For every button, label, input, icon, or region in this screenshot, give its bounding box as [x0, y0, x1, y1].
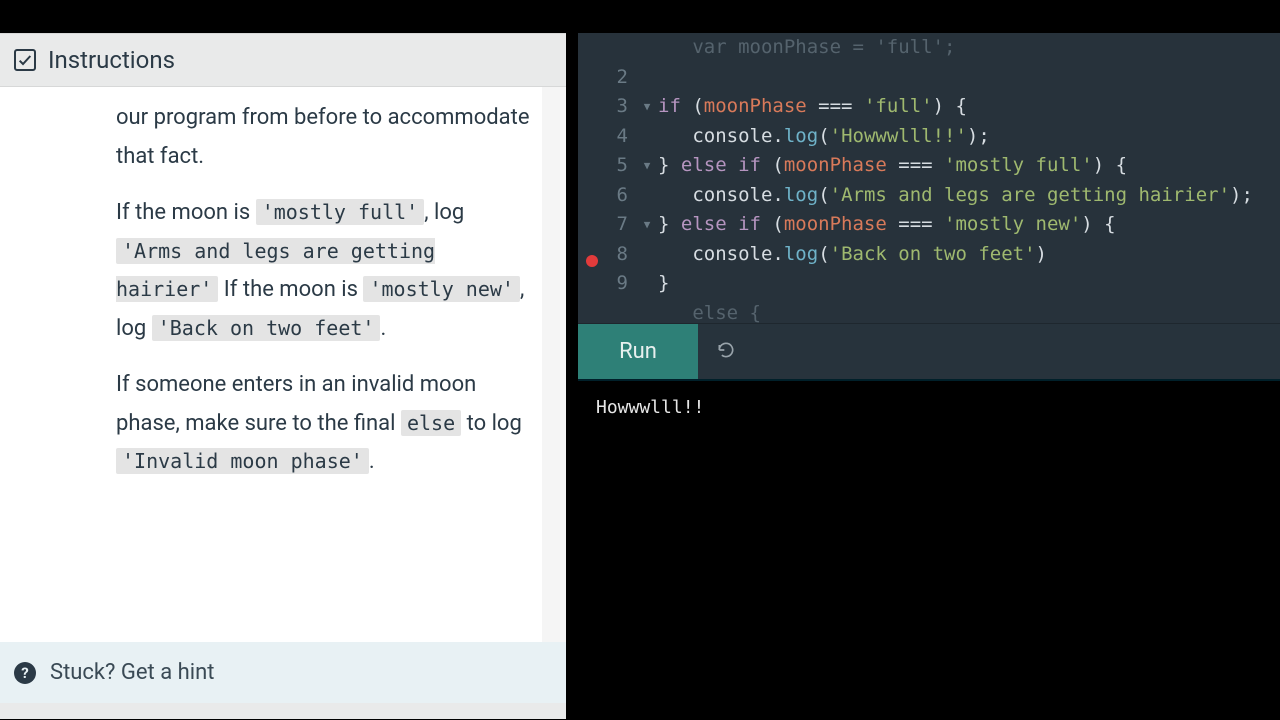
- panel-gap: [566, 33, 578, 720]
- code-snippet: 'mostly new': [363, 276, 520, 302]
- instruction-paragraph: If the moon is 'mostly full', log 'Arms …: [116, 194, 534, 348]
- app-root: Instructions our program from before to …: [0, 0, 1280, 720]
- run-toolbar: Run: [578, 323, 1280, 379]
- fold-marker: [636, 122, 658, 152]
- line-number: 8: [578, 240, 628, 270]
- instructions-body: our program from before to accommodate t…: [0, 87, 566, 609]
- run-label: Run: [619, 339, 657, 364]
- code-line: else {: [658, 299, 1270, 329]
- hint-button[interactable]: ? Stuck? Get a hint: [0, 642, 566, 703]
- line-number: 9: [578, 269, 628, 299]
- code-line: [658, 63, 1270, 93]
- reset-button[interactable]: [698, 324, 754, 379]
- top-black-bar: [0, 0, 1280, 33]
- fold-gutter[interactable]: ▼ ▼ ▼: [636, 33, 658, 323]
- text: .: [380, 316, 386, 341]
- text: our program from before to accommodate t…: [116, 105, 530, 169]
- code-line: } else if (moonPhase === 'mostly full') …: [658, 151, 1270, 181]
- instructions-title: Instructions: [48, 46, 175, 74]
- code-line: console.log('Back on two feet'): [658, 240, 1270, 270]
- text: If the moon is: [116, 200, 256, 225]
- line-number: 7: [578, 210, 628, 240]
- code-line: console.log('Arms and legs are getting h…: [658, 181, 1270, 211]
- console-output[interactable]: Howwwlll!!: [578, 379, 1280, 719]
- code-line: console.log('Howwwlll!!');: [658, 122, 1270, 152]
- line-number: [578, 33, 628, 63]
- fold-marker: [636, 63, 658, 93]
- fold-marker: [636, 33, 658, 63]
- text: If the moon is: [218, 277, 363, 302]
- line-number: 5: [578, 151, 628, 181]
- code-line: }: [658, 269, 1270, 299]
- code-panel: 2 3 4 5 6 7 8 9 ▼ ▼ ▼: [578, 33, 1280, 720]
- line-number: 2: [578, 63, 628, 93]
- code-line: var moonPhase = 'full';: [658, 36, 955, 58]
- instructions-panel: Instructions our program from before to …: [0, 33, 566, 720]
- code-snippet: 'Invalid moon phase': [116, 448, 369, 474]
- line-number: [578, 299, 628, 329]
- instruction-paragraph: our program from before to accommodate t…: [116, 99, 534, 176]
- fold-marker[interactable]: ▼: [636, 92, 658, 122]
- checkbox-icon: [14, 49, 36, 71]
- code-content[interactable]: var moonPhase = 'full'; if (moonPhase ==…: [658, 33, 1270, 328]
- panel-divider: [0, 703, 566, 719]
- run-button[interactable]: Run: [578, 324, 698, 379]
- scrollbar[interactable]: [542, 87, 566, 642]
- text: , log: [424, 200, 464, 225]
- console-line: Howwwlll!!: [596, 397, 1262, 418]
- code-editor[interactable]: 2 3 4 5 6 7 8 9 ▼ ▼ ▼: [578, 33, 1280, 323]
- fold-marker: [636, 240, 658, 270]
- code-snippet: 'mostly full': [256, 199, 425, 225]
- fold-marker[interactable]: ▼: [636, 210, 658, 240]
- line-number: 3: [578, 92, 628, 122]
- line-number-gutter[interactable]: 2 3 4 5 6 7 8 9: [578, 33, 636, 323]
- code-line: if (moonPhase === 'full') {: [658, 92, 1270, 122]
- code-line: } else if (moonPhase === 'mostly new') {: [658, 210, 1270, 240]
- code-snippet: else: [401, 410, 461, 436]
- fold-marker: [636, 299, 658, 329]
- instructions-header[interactable]: Instructions: [0, 33, 566, 87]
- code-snippet: 'Back on two feet': [152, 315, 381, 341]
- fold-marker: [636, 269, 658, 299]
- fold-marker: [636, 181, 658, 211]
- text: to log: [461, 411, 522, 436]
- instruction-paragraph: If someone enters in an invalid moon pha…: [116, 366, 534, 482]
- line-number: 4: [578, 122, 628, 152]
- refresh-icon: [716, 340, 736, 364]
- line-number: 6: [578, 181, 628, 211]
- fold-marker[interactable]: ▼: [636, 151, 658, 181]
- hint-label: Stuck? Get a hint: [50, 660, 214, 685]
- question-icon: ?: [14, 662, 36, 684]
- text: .: [369, 449, 375, 474]
- breakpoint-icon[interactable]: [586, 255, 598, 267]
